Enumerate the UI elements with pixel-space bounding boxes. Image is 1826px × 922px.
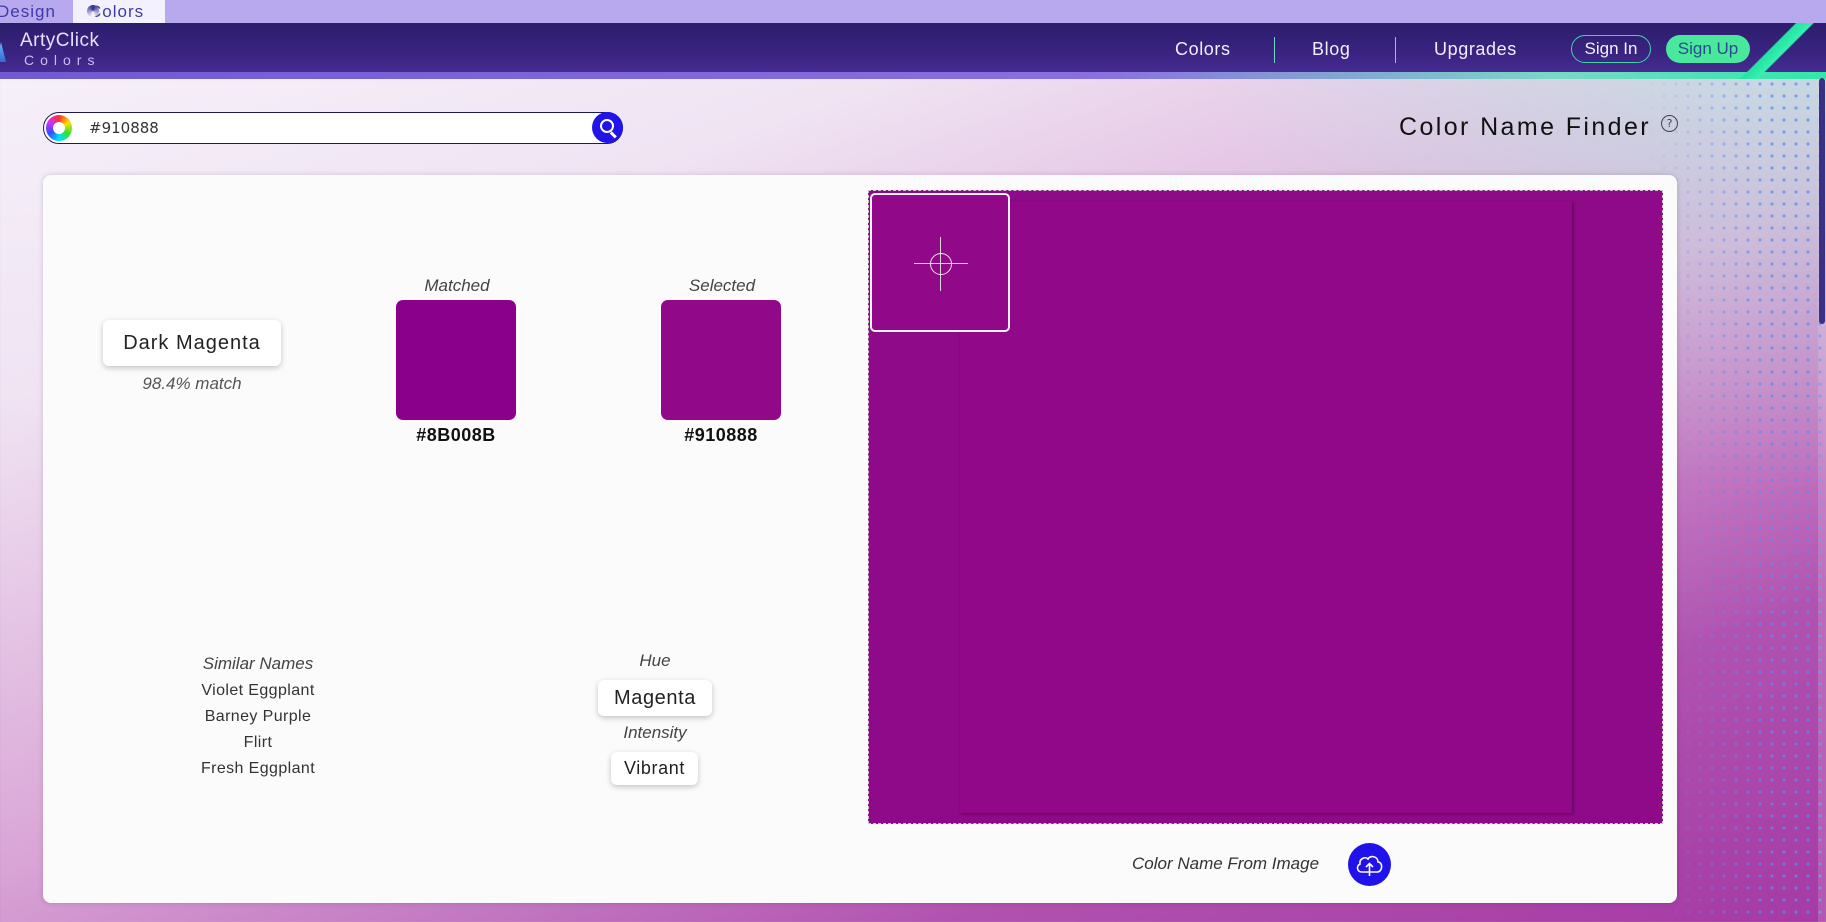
matched-swatch: [396, 300, 516, 420]
tab-design[interactable]: Design: [0, 0, 69, 23]
image-color-picker-area[interactable]: [868, 190, 1663, 824]
selected-swatch: [661, 300, 781, 420]
nav-blog[interactable]: Blog: [1312, 39, 1350, 60]
help-icon[interactable]: ?: [1661, 115, 1678, 132]
intensity-badge: Vibrant: [611, 752, 698, 785]
color-from-image-label: Color Name From Image: [1132, 854, 1320, 873]
nav-separator: [1274, 37, 1275, 63]
similar-name-item[interactable]: Fresh Eggplant: [158, 760, 358, 778]
nav-upgrades[interactable]: Upgrades: [1434, 39, 1517, 60]
search-button[interactable]: [592, 112, 623, 143]
similar-name-item[interactable]: Barney Purple: [158, 708, 358, 726]
header-underline: [0, 72, 1826, 79]
color-search-bar: [43, 112, 623, 144]
intensity-label: Intensity: [623, 723, 687, 742]
logo-subtitle: Colors: [24, 52, 101, 68]
color-wheel-icon[interactable]: [46, 115, 72, 141]
uploaded-image-preview[interactable]: [960, 201, 1572, 813]
color-search-input[interactable]: [89, 118, 569, 138]
matched-hex: #8B008B: [416, 425, 496, 445]
page-title: Color Name Finder: [1399, 113, 1651, 141]
selected-hex: #910888: [684, 425, 758, 445]
logo-icon: [0, 42, 6, 62]
upload-image-button[interactable]: [1348, 843, 1391, 886]
color-name-badge: Dark Magenta: [103, 320, 281, 366]
similar-names-label: Similar Names: [202, 654, 314, 673]
browser-tab-strip: Design Colors: [0, 0, 1826, 23]
tab-colors[interactable]: Colors: [73, 0, 165, 23]
crosshair-icon: [930, 253, 952, 275]
similar-name-item[interactable]: Violet Eggplant: [158, 682, 358, 700]
hue-badge: Magenta: [598, 680, 712, 716]
cloud-upload-icon: [1356, 855, 1383, 876]
sign-up-button[interactable]: Sign Up: [1666, 35, 1750, 63]
hue-label: Hue: [639, 651, 671, 670]
sign-in-button[interactable]: Sign In: [1571, 35, 1651, 63]
nav-separator: [1395, 37, 1396, 63]
match-percentage: 98.4% match: [142, 374, 242, 393]
colors-tab-icon: [87, 5, 99, 17]
selected-label: Selected: [688, 276, 756, 295]
scrollbar-thumb[interactable]: [1819, 78, 1825, 324]
matched-label: Matched: [424, 276, 490, 295]
magnifier-loupe[interactable]: [870, 193, 1010, 332]
logo-brand-name: ArtyClick: [20, 30, 100, 51]
site-header: [0, 23, 1826, 78]
site-logo[interactable]: ArtyClick Colors: [0, 28, 120, 72]
similar-name-item[interactable]: Flirt: [158, 734, 358, 752]
nav-colors[interactable]: Colors: [1175, 39, 1231, 60]
